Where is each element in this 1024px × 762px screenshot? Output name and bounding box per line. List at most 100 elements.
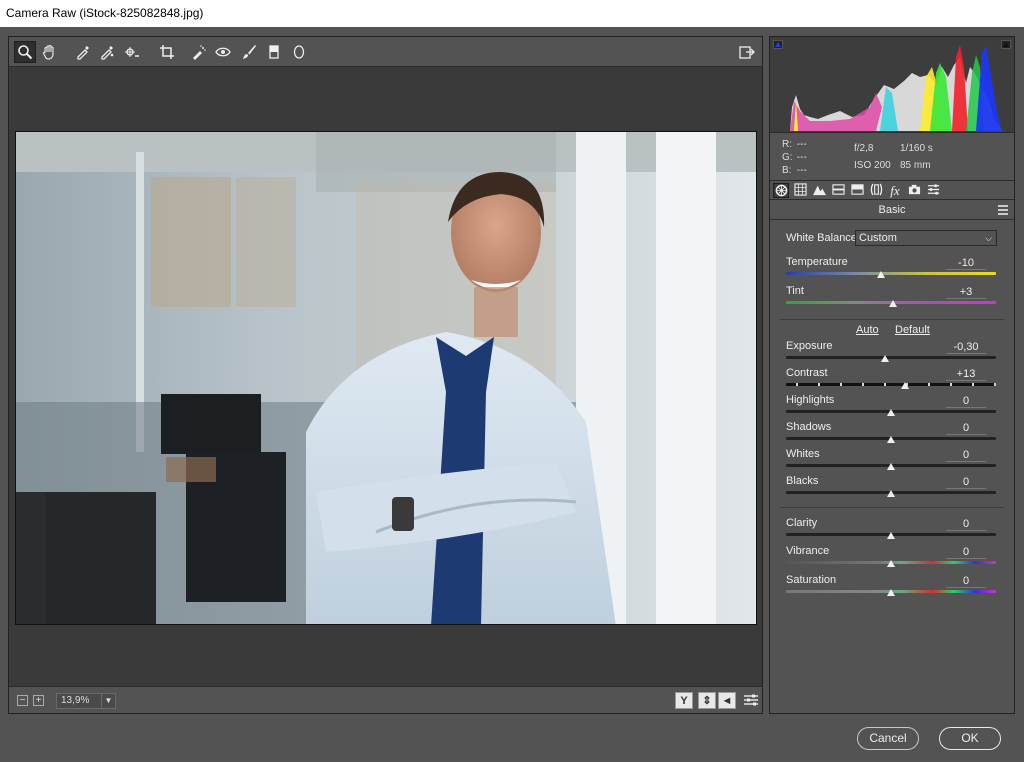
shutter-value: 1/160 s [900, 143, 933, 154]
zoom-level-value: 13,9% [61, 695, 90, 706]
contrast-value-field[interactable]: +13 [946, 367, 986, 381]
toolbar [9, 37, 762, 67]
adjustment-brush-tool-icon[interactable] [238, 41, 260, 63]
copy-settings-icon[interactable]: ◄ [718, 692, 736, 709]
white-balance-tool-icon[interactable] [72, 41, 94, 63]
white-balance-select[interactable]: Custom ⌵ [855, 230, 997, 246]
histogram-graph [790, 45, 1002, 131]
spot-removal-tool-icon[interactable] [188, 41, 210, 63]
vibrance-label: Vibrance [786, 545, 830, 557]
crop-tool-icon[interactable] [156, 41, 178, 63]
before-after-icon[interactable]: Y [675, 692, 693, 709]
whites-label: Whites [786, 448, 820, 460]
hsl-tab-icon[interactable] [830, 183, 846, 198]
tone-curve-tab-icon[interactable] [792, 183, 808, 198]
blacks-label: Blacks [786, 475, 819, 487]
highlights-slider-thumb[interactable] [887, 409, 895, 416]
dialog-footer: Cancel OK [0, 716, 1024, 762]
preview-pane: − + 13,9% ▼ Y ⇕ ◄ [8, 36, 763, 714]
highlights-label: Highlights [786, 394, 835, 406]
iso-value: ISO 200 [854, 160, 891, 171]
section-divider [780, 319, 1004, 320]
basic-tab-icon[interactable] [773, 183, 789, 198]
whites-value-field[interactable]: 0 [946, 448, 986, 462]
vibrance-slider-thumb[interactable] [887, 560, 895, 567]
cancel-button[interactable]: Cancel [857, 727, 919, 750]
ok-button[interactable]: OK [939, 727, 1001, 750]
exposure-slider-track[interactable] [786, 356, 996, 359]
temperature-value-field[interactable]: -10 [946, 256, 986, 270]
radial-filter-tool-icon[interactable] [288, 41, 310, 63]
camera-calibration-tab-icon[interactable] [906, 183, 922, 198]
white-balance-value: Custom [859, 232, 897, 244]
white-balance-label: White Balance: [786, 232, 860, 244]
image-canvas[interactable] [9, 67, 762, 686]
graduated-filter-tool-icon[interactable] [263, 41, 285, 63]
clarity-value-field[interactable]: 0 [946, 517, 986, 531]
preview-preferences-icon[interactable] [740, 689, 762, 711]
contrast-label: Contrast [786, 367, 828, 379]
shadows-label: Shadows [786, 421, 832, 433]
zoom-out-button[interactable]: − [17, 695, 28, 706]
whites-slider-thumb[interactable] [887, 463, 895, 470]
highlights-value-field[interactable]: 0 [946, 394, 986, 408]
r-label: R: [782, 139, 792, 150]
default-link[interactable]: Default [895, 324, 930, 336]
adjustment-panel: R: --- G: --- B: --- f/2,8 1/160 s ISO 20… [769, 36, 1015, 714]
auto-link[interactable]: Auto [856, 324, 879, 336]
r-value: --- [796, 139, 807, 150]
color-sampler-tool-icon[interactable] [96, 41, 118, 63]
window-title: Camera Raw (iStock-825082848.jpg) [0, 0, 1024, 27]
temperature-slider-thumb[interactable] [876, 271, 885, 278]
detail-tab-icon[interactable] [811, 183, 827, 198]
hand-tool-icon[interactable] [38, 41, 60, 63]
targeted-adjustment-tool-icon[interactable] [121, 41, 143, 63]
histogram [770, 37, 1014, 133]
open-in-photoshop-icon[interactable] [736, 41, 758, 63]
g-label: G: [782, 152, 793, 163]
tint-slider-thumb[interactable] [889, 300, 898, 307]
chevron-down-icon: ▼ [101, 694, 115, 708]
saturation-slider-thumb[interactable] [887, 589, 895, 596]
g-value: --- [796, 152, 807, 163]
split-toning-tab-icon[interactable] [849, 183, 865, 198]
exposure-value-field[interactable]: -0,30 [946, 340, 986, 354]
effects-tab-icon[interactable]: fx [887, 183, 903, 198]
lens-corrections-tab-icon[interactable] [868, 183, 884, 198]
saturation-label: Saturation [786, 574, 837, 586]
b-label: B: [782, 165, 792, 176]
exposure-label: Exposure [786, 340, 833, 352]
vibrance-value-field[interactable]: 0 [946, 545, 986, 559]
b-value: --- [796, 165, 807, 176]
zoom-in-button[interactable]: + [33, 695, 44, 706]
info-readout: R: --- G: --- B: --- f/2,8 1/160 s ISO 20… [770, 134, 1014, 180]
bottom-toolbar: − + 13,9% ▼ Y ⇕ ◄ [9, 686, 762, 713]
contrast-slider-thumb[interactable] [900, 382, 909, 389]
chevron-down-icon: ⌵ [985, 233, 992, 243]
exposure-slider-thumb[interactable] [880, 355, 889, 362]
zoom-tool-icon[interactable] [14, 41, 36, 63]
focal-length-value: 85 mm [900, 160, 931, 171]
panel-title: Basic [878, 204, 906, 216]
aperture-value: f/2,8 [854, 143, 874, 154]
presets-tab-icon[interactable] [925, 183, 941, 198]
temperature-label: Temperature [786, 256, 848, 268]
tint-label: Tint [786, 285, 804, 297]
tint-value-field[interactable]: +3 [946, 285, 986, 299]
shadows-value-field[interactable]: 0 [946, 421, 986, 435]
clarity-label: Clarity [786, 517, 818, 529]
section-divider [780, 507, 1004, 508]
swap-settings-icon[interactable]: ⇕ [698, 692, 716, 709]
shadows-slider-thumb[interactable] [887, 436, 895, 443]
saturation-value-field[interactable]: 0 [946, 574, 986, 588]
panel-divider [770, 219, 1014, 220]
panel-menu-icon[interactable] [998, 205, 1008, 215]
temperature-slider-track[interactable] [786, 272, 996, 275]
blacks-value-field[interactable]: 0 [946, 475, 986, 489]
contrast-slider-track[interactable] [786, 383, 996, 386]
clarity-slider-thumb[interactable] [887, 532, 895, 539]
red-eye-tool-icon[interactable] [212, 41, 234, 63]
photo-preview[interactable] [15, 131, 757, 625]
zoom-level-select[interactable]: 13,9% ▼ [56, 693, 116, 709]
blacks-slider-thumb[interactable] [887, 490, 895, 497]
